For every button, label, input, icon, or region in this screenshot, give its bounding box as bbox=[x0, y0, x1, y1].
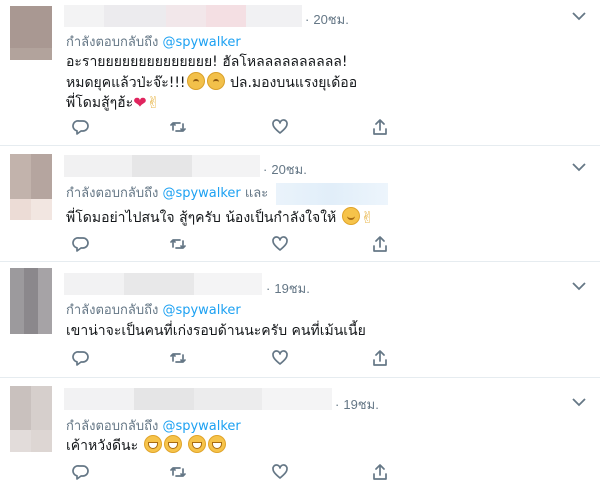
grinning-face-icon bbox=[208, 435, 227, 453]
tweet-timestamp[interactable]: 20ชม. bbox=[305, 9, 348, 30]
replying-to: กำลังตอบกลับถึง @spywalker และ bbox=[66, 182, 389, 205]
tweet-text: เขาน่าจะเป็นคนที่เก่งรอบด้านนะครับ คนที่… bbox=[66, 321, 366, 341]
mention-link[interactable]: @spywalker bbox=[162, 303, 240, 318]
tweet-line: ปล.มองบนแรงยุเด้ออ bbox=[230, 75, 358, 91]
victory-hand-icon: ✌ bbox=[360, 208, 375, 227]
retweet-button[interactable] bbox=[169, 349, 191, 371]
mention-link[interactable]: @spywalker bbox=[162, 186, 240, 201]
replying-to: กำลังตอบกลับถึง @spywalker bbox=[66, 31, 241, 52]
replying-to: กำลังตอบกลับถึง @spywalker bbox=[66, 299, 241, 320]
and-word: และ bbox=[244, 186, 269, 201]
tweet-timestamp[interactable]: 19ชม. bbox=[266, 278, 309, 299]
grinning-face-icon bbox=[143, 435, 162, 453]
reply-prefix: กำลังตอบกลับถึง bbox=[66, 186, 159, 201]
author-name-redacted[interactable] bbox=[64, 5, 302, 27]
like-icon bbox=[272, 119, 288, 134]
tweet[interactable]: 19ชม. กำลังตอบกลับถึง @spywalker เค้าหวั… bbox=[0, 378, 600, 491]
tweet-line: หมดยุคแล้วป่ะจ๊ะ!!! bbox=[66, 75, 186, 91]
reply-prefix: กำลังตอบกลับถึง bbox=[66, 303, 159, 318]
share-button[interactable] bbox=[371, 118, 393, 140]
chevron-down-icon[interactable] bbox=[570, 160, 588, 174]
like-button[interactable] bbox=[271, 349, 293, 371]
tweet-actions bbox=[66, 463, 396, 485]
share-icon bbox=[373, 119, 387, 135]
tweet-line-row: หมดยุคแล้วป่ะจ๊ะ!!! ปล.มองบนแรงยุเด้ออ bbox=[66, 72, 357, 93]
grinning-face-icon bbox=[163, 435, 182, 453]
tweet-line: เค้าหวังดีนะ bbox=[66, 438, 139, 454]
like-button[interactable] bbox=[271, 463, 293, 485]
avatar[interactable] bbox=[10, 6, 52, 72]
retweet-icon bbox=[170, 353, 186, 363]
avatar[interactable] bbox=[10, 386, 52, 452]
worried-face-icon bbox=[206, 72, 225, 90]
tweet-actions bbox=[66, 235, 396, 257]
red-heart-icon: ❤ bbox=[133, 93, 147, 112]
tweet[interactable]: 19ชม. กำลังตอบกลับถึง @spywalker เขาน่าจ… bbox=[0, 262, 600, 378]
retweet-button[interactable] bbox=[169, 463, 191, 485]
redacted-mention[interactable] bbox=[276, 182, 389, 205]
like-button[interactable] bbox=[271, 118, 293, 140]
reply-icon bbox=[72, 120, 89, 135]
reply-prefix: กำลังตอบกลับถึง bbox=[66, 35, 159, 50]
tweet[interactable]: 20ชม. กำลังตอบกลับถึง @spywalker อะรายยย… bbox=[0, 0, 600, 146]
reply-button[interactable] bbox=[72, 463, 94, 485]
tweet-timestamp[interactable]: 20ชม. bbox=[263, 159, 306, 180]
mention-link[interactable]: @spywalker bbox=[162, 419, 240, 434]
retweet-icon bbox=[170, 467, 186, 477]
retweet-icon bbox=[170, 239, 186, 249]
like-button[interactable] bbox=[271, 235, 293, 257]
author-name-redacted[interactable] bbox=[64, 155, 260, 177]
tweet-actions bbox=[66, 349, 396, 371]
reply-feed: 20ชม. กำลังตอบกลับถึง @spywalker อะรายยย… bbox=[0, 0, 600, 491]
share-icon bbox=[373, 236, 387, 252]
author-name-redacted[interactable] bbox=[64, 273, 262, 295]
reply-button[interactable] bbox=[72, 235, 94, 257]
chevron-down-icon[interactable] bbox=[570, 395, 588, 409]
tweet-line: พี่โดมอย่าไปสนใจ สู้ๆครับ น้องเป็นกำลังใ… bbox=[66, 210, 337, 226]
like-icon bbox=[272, 236, 288, 251]
chevron-down-icon[interactable] bbox=[570, 9, 588, 23]
sad-face-icon bbox=[186, 72, 205, 90]
replying-to: กำลังตอบกลับถึง @spywalker bbox=[66, 415, 241, 436]
tweet-line: พี่โดมสู้ๆฮ้ะ bbox=[66, 95, 134, 111]
share-icon bbox=[373, 350, 387, 366]
grinning-face-icon bbox=[188, 435, 207, 453]
victory-hand-icon: ✌ bbox=[146, 93, 161, 112]
share-button[interactable] bbox=[371, 463, 393, 485]
tweet-line: เขาน่าจะเป็นคนที่เก่งรอบด้านนะครับ คนที่… bbox=[66, 323, 366, 339]
reply-prefix: กำลังตอบกลับถึง bbox=[66, 419, 159, 434]
chevron-down-icon[interactable] bbox=[570, 279, 588, 293]
avatar[interactable] bbox=[10, 154, 52, 220]
retweet-button[interactable] bbox=[169, 235, 191, 257]
reply-button[interactable] bbox=[72, 349, 94, 371]
avatar[interactable] bbox=[10, 268, 52, 334]
tweet-text: พี่โดมอย่าไปสนใจ สู้ๆครับ น้องเป็นกำลังใ… bbox=[66, 207, 374, 228]
mention-link[interactable]: @spywalker bbox=[162, 35, 240, 50]
reply-icon bbox=[72, 465, 89, 480]
retweet-icon bbox=[170, 122, 186, 132]
author-name-redacted[interactable] bbox=[64, 388, 332, 410]
share-button[interactable] bbox=[371, 349, 393, 371]
like-icon bbox=[272, 350, 288, 365]
tweet-text: อะรายยยยยยยยยยยยยย! ฮัลโหลลลลลลลลลล! หมด… bbox=[66, 52, 357, 113]
reply-icon bbox=[72, 351, 89, 366]
share-button[interactable] bbox=[371, 235, 393, 257]
tweet-line: อะรายยยยยยยยยยยยยย! ฮัลโหลลลลลลลลลล! bbox=[66, 54, 348, 70]
retweet-button[interactable] bbox=[169, 118, 191, 140]
tweet-text: เค้าหวังดีนะ bbox=[66, 435, 227, 456]
tweet-line-row: พี่โดมสู้ๆฮ้ะ❤✌ bbox=[66, 93, 357, 113]
tweet-timestamp[interactable]: 19ชม. bbox=[335, 394, 378, 415]
reply-button[interactable] bbox=[72, 118, 94, 140]
tweet[interactable]: 20ชม. กำลังตอบกลับถึง @spywalker และ พี่… bbox=[0, 146, 600, 262]
share-icon bbox=[373, 464, 387, 480]
tweet-actions bbox=[66, 118, 396, 140]
reply-icon bbox=[72, 237, 89, 252]
smiling-face-icon bbox=[341, 207, 360, 225]
like-icon bbox=[272, 464, 288, 479]
